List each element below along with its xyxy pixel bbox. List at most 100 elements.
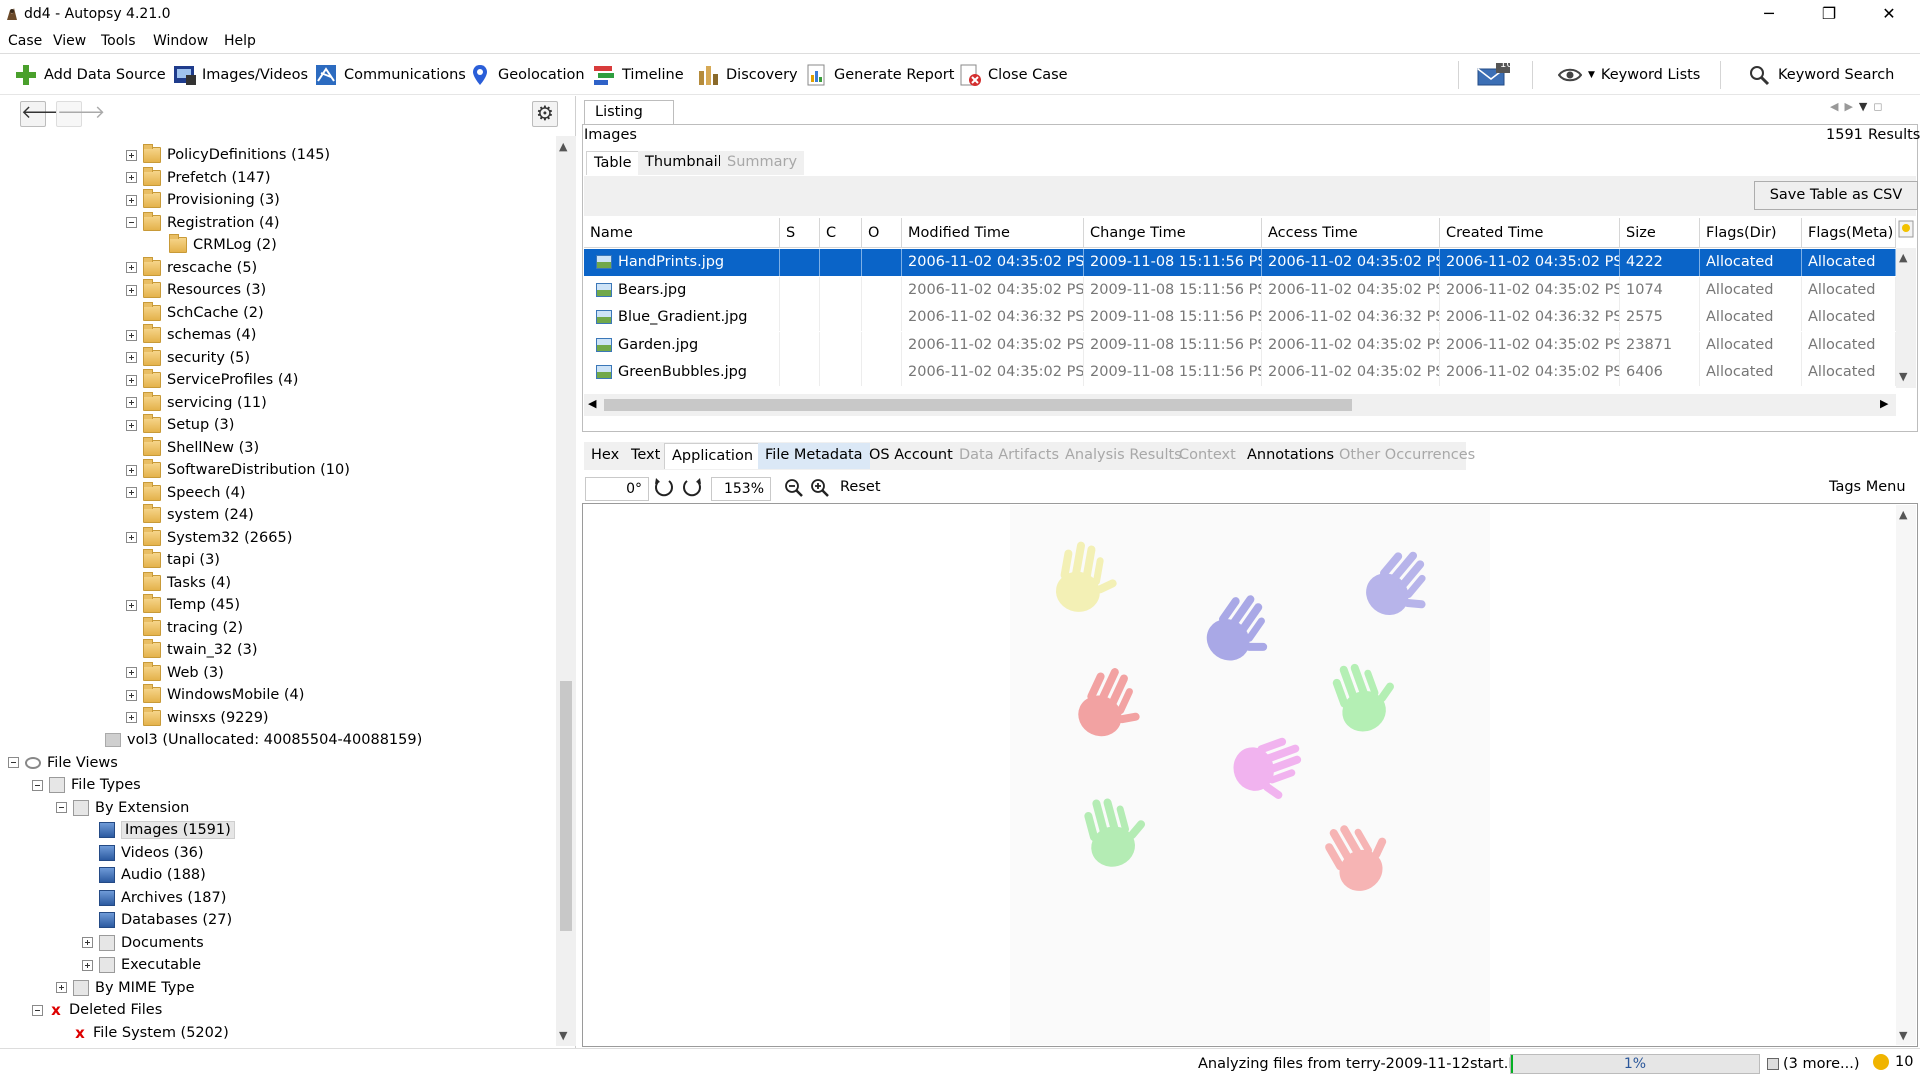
minimize-button[interactable]: ─ — [1746, 0, 1792, 30]
collapse-icon[interactable] — [32, 1004, 43, 1016]
geolocation-button[interactable]: Geolocation — [468, 61, 585, 89]
scrollbar-thumb[interactable] — [604, 399, 1352, 411]
expand-icon[interactable] — [126, 599, 137, 611]
column-chooser-icon[interactable] — [1898, 220, 1914, 238]
add-data-source-button[interactable]: Add Data Source — [14, 61, 166, 89]
tab-listing[interactable]: Listing — [584, 100, 674, 124]
tree-folder[interactable]: twain_32 (3) — [126, 639, 258, 661]
collapse-icon[interactable] — [8, 757, 19, 768]
tree-file-views[interactable]: File Views — [8, 752, 118, 774]
notifications-button[interactable]: 10 — [1873, 1054, 1913, 1070]
tree-by-mime-type[interactable]: By MIME Type — [56, 977, 195, 999]
tree-folder[interactable]: ShellNew (3) — [126, 436, 259, 459]
save-table-csv-button[interactable]: Save Table as CSV — [1754, 181, 1918, 210]
menu-case[interactable]: Case — [8, 33, 42, 49]
expand-icon[interactable] — [126, 689, 137, 701]
viewer-tab-annotations[interactable]: Annotations — [1240, 443, 1341, 469]
viewer-tab-application[interactable]: Application — [664, 443, 762, 469]
scroll-up-icon[interactable]: ▲ — [1899, 251, 1907, 264]
tree-folder[interactable]: rescache (5) — [126, 256, 257, 279]
back-arrow-icon[interactable]: 🡐 — [20, 101, 69, 127]
tree-folder[interactable]: schemas (4) — [126, 324, 256, 346]
table-row[interactable]: GreenBubbles.jpg 2006-11-02 04:35:02 PST 2… — [584, 359, 1896, 386]
expand-icon[interactable] — [126, 397, 137, 408]
maximize-button[interactable]: ❐ — [1806, 0, 1852, 30]
scroll-up-icon[interactable]: ▲ — [1899, 508, 1907, 521]
expand-icon[interactable] — [126, 284, 137, 296]
tree-folder[interactable]: Provisioning (3) — [126, 189, 280, 211]
collapse-icon[interactable] — [32, 779, 43, 791]
scrollbar-thumb[interactable] — [560, 681, 572, 931]
tree-folder[interactable]: security (5) — [126, 346, 250, 369]
tree-folder[interactable]: ServiceProfiles (4) — [126, 369, 298, 391]
expand-icon[interactable] — [126, 667, 137, 678]
table-row[interactable]: Blue_Gradient.jpg 2006-11-02 04:36:32 PST… — [584, 304, 1896, 331]
more-tasks-link[interactable]: (3 more...) — [1767, 1056, 1860, 1072]
tree-folder[interactable]: PolicyDefinitions (145) — [126, 144, 330, 166]
viewer-tab-os-account[interactable]: OS Account — [862, 443, 960, 469]
tree-extension[interactable]: Audio (188) — [82, 864, 206, 886]
tree-folder[interactable]: winsxs (9229) — [126, 706, 269, 729]
tree-folder[interactable]: Speech (4) — [126, 481, 246, 504]
scroll-down-icon[interactable]: ▼ — [559, 1029, 567, 1042]
tree-extension[interactable]: Videos (36) — [82, 842, 204, 864]
menu-help[interactable]: Help — [224, 33, 256, 49]
table-row[interactable]: Garden.jpg 2006-11-02 04:35:02 PST 2009-11… — [584, 331, 1896, 359]
generate-report-button[interactable]: Generate Report — [804, 61, 954, 89]
listing-nav-controls[interactable]: ◀▶▼◻ — [1830, 100, 1889, 113]
close-case-button[interactable]: Close Case — [958, 61, 1068, 89]
rotation-field[interactable]: 0° — [585, 477, 649, 501]
expand-icon[interactable] — [126, 487, 137, 498]
expand-icon[interactable] — [82, 959, 93, 971]
tree-folder[interactable]: servicing (11) — [126, 391, 267, 414]
scroll-down-icon[interactable]: ▼ — [1899, 370, 1907, 383]
expand-icon[interactable] — [126, 464, 137, 476]
column-header[interactable]: S — [780, 218, 820, 248]
column-header[interactable]: Change Time — [1084, 218, 1262, 248]
scroll-down-icon[interactable]: ▼ — [1899, 1029, 1907, 1042]
forward-arrow-icon[interactable]: 🡒 — [56, 101, 105, 127]
keyword-search-button[interactable]: Keyword Search — [1748, 61, 1894, 89]
tree-folder[interactable]: Setup (3) — [126, 414, 234, 436]
menu-view[interactable]: View — [53, 33, 86, 49]
tree-extension[interactable]: Images (1591) — [82, 819, 235, 841]
subtab-table[interactable]: Table — [586, 151, 640, 175]
close-button[interactable]: ✕ — [1866, 0, 1912, 30]
expand-icon[interactable] — [126, 329, 137, 341]
scroll-up-icon[interactable]: ▲ — [559, 140, 567, 153]
tree-volume[interactable]: vol3 (Unallocated: 40085504-40088159) — [88, 729, 422, 751]
collapse-icon[interactable] — [56, 802, 67, 813]
viewer-tab-file-metadata[interactable]: File Metadata — [758, 443, 870, 469]
tree-scrollbar[interactable]: ▲ ▼ — [556, 136, 576, 1046]
tree-folder[interactable]: Tasks (4) — [126, 571, 231, 594]
expand-icon[interactable] — [126, 352, 137, 363]
column-header[interactable]: O — [862, 218, 902, 248]
tree-executable[interactable]: Executable — [82, 954, 201, 976]
expand-icon[interactable] — [126, 194, 137, 206]
tree-folder[interactable]: tapi (3) — [126, 549, 220, 571]
column-header[interactable]: Flags(Dir) — [1700, 218, 1802, 248]
table-horizontal-scrollbar[interactable]: ◀ ▶ — [584, 394, 1896, 416]
expand-icon[interactable] — [126, 172, 137, 183]
communications-button[interactable]: Communications — [314, 61, 466, 89]
expand-icon[interactable] — [82, 937, 93, 948]
column-header[interactable]: Flags(Meta) — [1802, 218, 1896, 248]
tree-folder[interactable]: SchCache (2) — [126, 301, 264, 324]
rotate-left-icon[interactable] — [653, 476, 675, 502]
menu-tools[interactable]: Tools — [101, 33, 136, 49]
expand-icon[interactable] — [126, 532, 137, 543]
expand-icon[interactable] — [126, 262, 137, 273]
tree-file-system[interactable]: x File System (5202) — [56, 1022, 229, 1044]
tree-folder[interactable]: SoftwareDistribution (10) — [126, 459, 350, 481]
expand-icon[interactable] — [126, 374, 137, 386]
zoom-field[interactable]: 153% — [711, 477, 771, 501]
discovery-button[interactable]: Discovery — [696, 61, 798, 89]
column-header[interactable]: C — [820, 218, 862, 248]
menu-window[interactable]: Window — [153, 33, 208, 49]
tree-documents[interactable]: Documents — [82, 932, 204, 954]
viewer-tab-other-occurrences[interactable]: Other Occurrences — [1332, 443, 1482, 469]
tree-folder[interactable]: tracing (2) — [126, 616, 243, 639]
tree-extension[interactable]: Databases (27) — [82, 909, 232, 931]
tree-folder[interactable]: system (24) — [126, 504, 254, 526]
tree-file-types[interactable]: File Types — [32, 774, 141, 796]
